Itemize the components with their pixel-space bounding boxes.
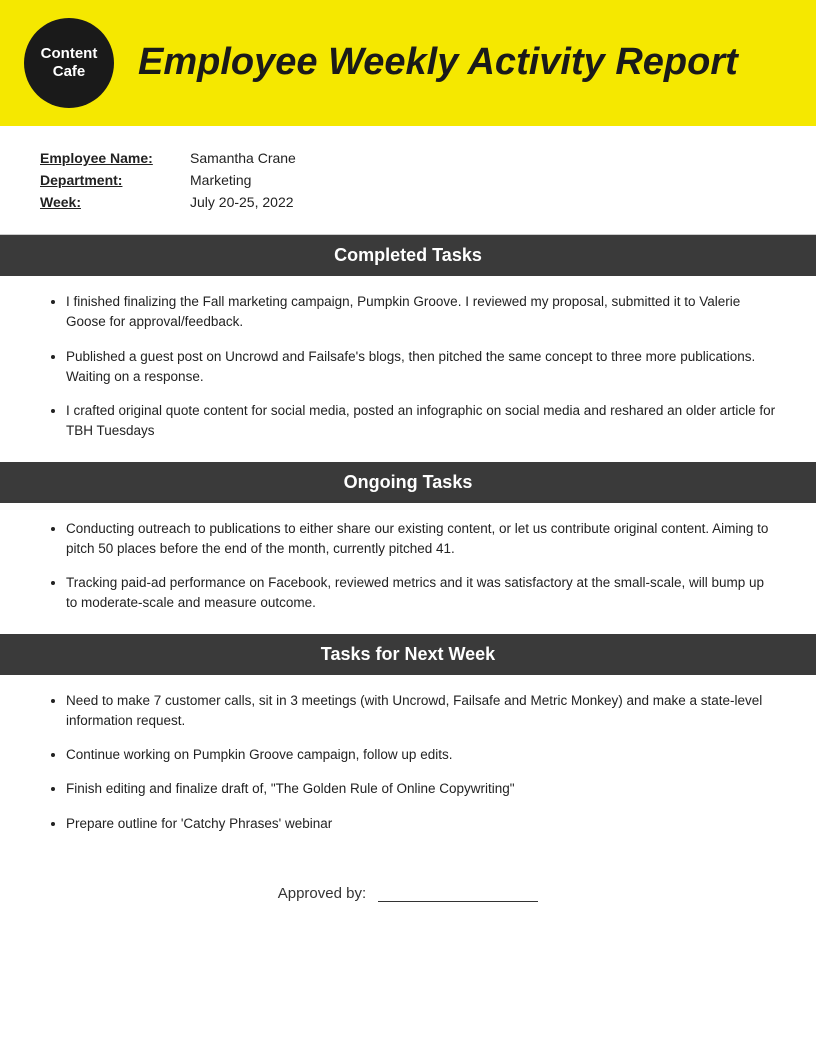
week-value: July 20-25, 2022 [190, 194, 294, 210]
department-row: Department: Marketing [40, 172, 776, 188]
logo-text: ContentCafe [41, 45, 98, 81]
task-list-completed: I finished finalizing the Fall marketing… [0, 276, 816, 462]
sections-container: Completed Tasks I finished finalizing the… [0, 235, 816, 854]
section-header-next-week: Tasks for Next Week [0, 634, 816, 675]
approved-label: Approved by: [278, 885, 366, 902]
name-row: Employee Name: Samantha Crane [40, 150, 776, 166]
list-item: I finished finalizing the Fall marketing… [66, 292, 776, 333]
employee-info: Employee Name: Samantha Crane Department… [0, 126, 816, 235]
week-row: Week: July 20-25, 2022 [40, 194, 776, 210]
department-value: Marketing [190, 172, 251, 188]
task-list-next-week: Need to make 7 customer calls, sit in 3 … [0, 675, 816, 854]
list-item: Published a guest post on Uncrowd and Fa… [66, 347, 776, 388]
list-item: Prepare outline for 'Catchy Phrases' web… [66, 814, 776, 834]
week-label: Week: [40, 194, 190, 210]
name-label: Employee Name: [40, 150, 190, 166]
approved-section: Approved by: [0, 854, 816, 922]
department-label: Department: [40, 172, 190, 188]
list-item: Conducting outreach to publications to e… [66, 519, 776, 560]
section-header-completed: Completed Tasks [0, 235, 816, 276]
section-header-ongoing: Ongoing Tasks [0, 462, 816, 503]
report-title: Employee Weekly Activity Report [138, 42, 738, 84]
name-value: Samantha Crane [190, 150, 296, 166]
list-item: I crafted original quote content for soc… [66, 401, 776, 442]
page-header: ContentCafe Employee Weekly Activity Rep… [0, 0, 816, 126]
list-item: Need to make 7 customer calls, sit in 3 … [66, 691, 776, 732]
approved-line [378, 884, 538, 902]
list-item: Tracking paid-ad performance on Facebook… [66, 573, 776, 614]
task-list-ongoing: Conducting outreach to publications to e… [0, 503, 816, 634]
list-item: Finish editing and finalize draft of, "T… [66, 779, 776, 799]
list-item: Continue working on Pumpkin Groove campa… [66, 745, 776, 765]
logo: ContentCafe [24, 18, 114, 108]
